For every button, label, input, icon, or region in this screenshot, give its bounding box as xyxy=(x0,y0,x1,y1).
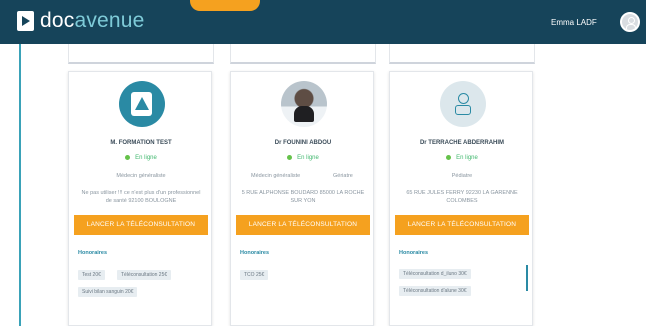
status-online: En ligne xyxy=(231,155,375,161)
user-placeholder-icon xyxy=(458,93,469,104)
doctor-avatar-placeholder xyxy=(440,81,486,127)
fees-title: Honoraires xyxy=(399,250,429,256)
doctor-photo xyxy=(281,81,327,127)
status-label: En ligne xyxy=(456,155,478,162)
doctor-specialty: Médecin généraliste xyxy=(116,173,166,179)
doctor-avatar xyxy=(119,81,165,127)
previous-card-bottom xyxy=(230,44,376,64)
docavenue-logo[interactable]: docavenue xyxy=(17,9,145,32)
online-dot-icon xyxy=(446,155,452,160)
top-bar: docavenue Emma LADF xyxy=(0,0,646,44)
fee-chip: TCO 25€ xyxy=(240,270,269,280)
previous-card-bottom xyxy=(68,44,214,64)
fee-chip: Téléconsultation 25€ xyxy=(117,270,172,280)
doctor-name[interactable]: Dr FOUNINI ABDOU xyxy=(231,140,375,146)
docavenue-logo-icon xyxy=(17,11,34,31)
fees-title: Honoraires xyxy=(240,250,270,256)
doctor-card: Dr TERRACHE ABDERRAHIM En ligne Pédiatre… xyxy=(389,71,533,326)
fees-scrollbar[interactable] xyxy=(526,265,528,291)
user-avatar-icon[interactable] xyxy=(620,12,640,32)
doctor-address: 65 RUE JULES FERRY 92230 LA GARENNE COLO… xyxy=(406,190,518,204)
doctor-name[interactable]: Dr TERRACHE ABDERRAHIM xyxy=(390,140,534,146)
fee-chip: Téléconsultation d'alune 30€ xyxy=(399,286,471,296)
doctor-specialty: Gériatre xyxy=(333,173,353,179)
online-dot-icon xyxy=(125,155,131,160)
fee-chip: Test 20€ xyxy=(78,270,105,280)
brand-prefix: doc xyxy=(40,9,75,32)
start-teleconsultation-button[interactable]: LANCER LA TÉLÉCONSULTATION xyxy=(236,215,370,235)
doctor-address: Ne pas utiliser !!! ce n'est plus d'un p… xyxy=(81,190,201,204)
brand-suffix: avenue xyxy=(74,9,145,32)
status-label: En ligne xyxy=(135,155,157,162)
top-tab-indicator xyxy=(190,0,260,11)
doctor-specialty: Médecin généraliste xyxy=(251,173,301,179)
previous-card-bottom xyxy=(389,44,535,64)
user-name[interactable]: Emma LADF xyxy=(551,18,597,27)
doctor-specialty: Pédiatre xyxy=(451,173,473,179)
status-online: En ligne xyxy=(390,155,534,161)
status-online: En ligne xyxy=(69,155,213,161)
start-teleconsultation-button[interactable]: LANCER LA TÉLÉCONSULTATION xyxy=(74,215,208,235)
doctor-address: 5 RUE ALPHONSE BOUDARD 85000 LA ROCHE SU… xyxy=(241,190,365,204)
doctor-card: M. FORMATION TEST En ligne Médecin génér… xyxy=(68,71,212,326)
online-dot-icon xyxy=(287,155,293,160)
doctor-card: Dr FOUNINI ABDOU En ligne Médecin généra… xyxy=(230,71,374,326)
fee-chip: Suivi bilan sanguin 20€ xyxy=(78,287,138,297)
status-label: En ligne xyxy=(297,155,319,162)
fee-chip: Téléconsultation d_iluno 30€ xyxy=(399,269,471,279)
start-teleconsultation-button[interactable]: LANCER LA TÉLÉCONSULTATION xyxy=(395,215,529,235)
doctor-name[interactable]: M. FORMATION TEST xyxy=(69,140,213,146)
docavenue-logo-icon xyxy=(131,92,152,116)
fees-title: Honoraires xyxy=(78,250,108,256)
